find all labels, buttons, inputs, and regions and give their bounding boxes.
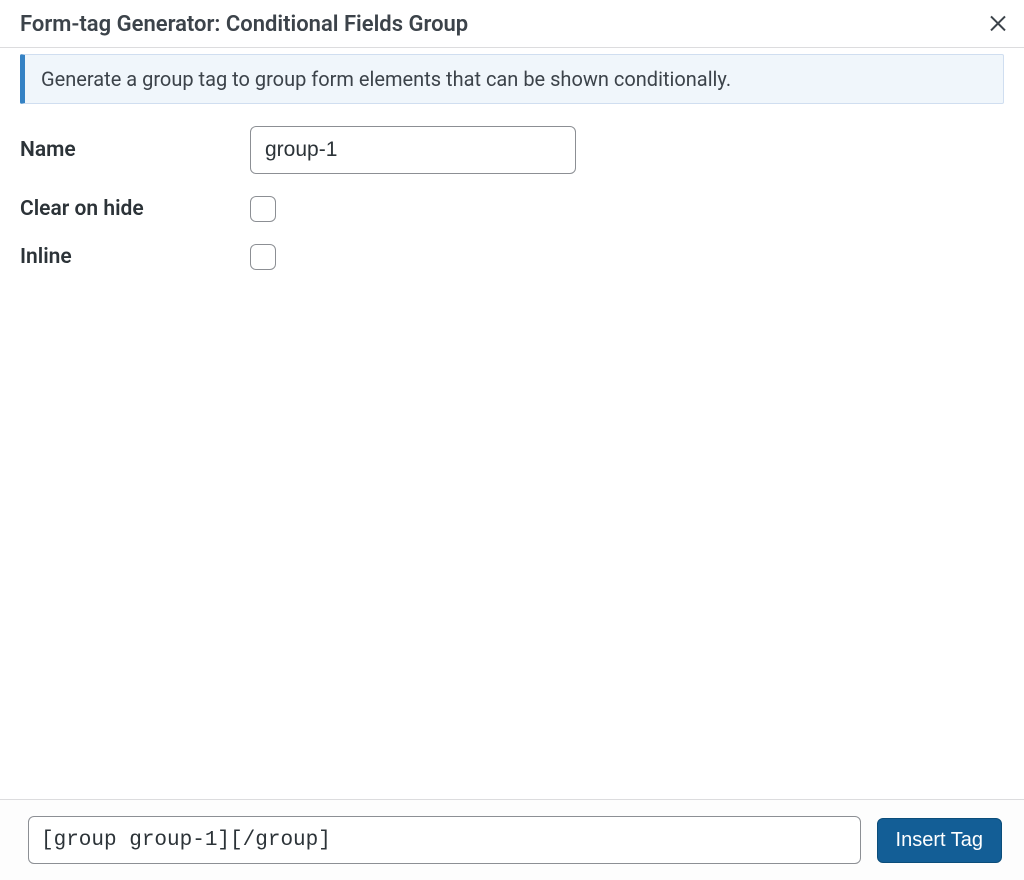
dialog-title: Form-tag Generator: Conditional Fields G…: [20, 12, 1004, 37]
info-banner-text: Generate a group tag to group form eleme…: [41, 67, 731, 91]
clear-on-hide-label: Clear on hide: [20, 197, 250, 221]
generated-tag-output[interactable]: [28, 816, 861, 864]
name-input[interactable]: [250, 126, 576, 174]
insert-tag-button[interactable]: Insert Tag: [877, 818, 1002, 863]
field-row-name: Name: [20, 126, 1004, 174]
inline-checkbox[interactable]: [250, 244, 276, 270]
clear-on-hide-checkbox[interactable]: [250, 196, 276, 222]
inline-label: Inline: [20, 245, 250, 269]
name-label: Name: [20, 138, 250, 162]
close-button[interactable]: [986, 10, 1010, 34]
dialog-footer: Insert Tag: [0, 799, 1024, 880]
field-row-clear-on-hide: Clear on hide: [20, 196, 1004, 222]
dialog-body: Generate a group tag to group form eleme…: [0, 48, 1024, 799]
info-banner: Generate a group tag to group form eleme…: [20, 54, 1004, 104]
form-tag-generator-dialog: Form-tag Generator: Conditional Fields G…: [0, 0, 1024, 880]
field-row-inline: Inline: [20, 244, 1004, 270]
close-icon: [986, 10, 1010, 34]
dialog-header: Form-tag Generator: Conditional Fields G…: [0, 0, 1024, 48]
